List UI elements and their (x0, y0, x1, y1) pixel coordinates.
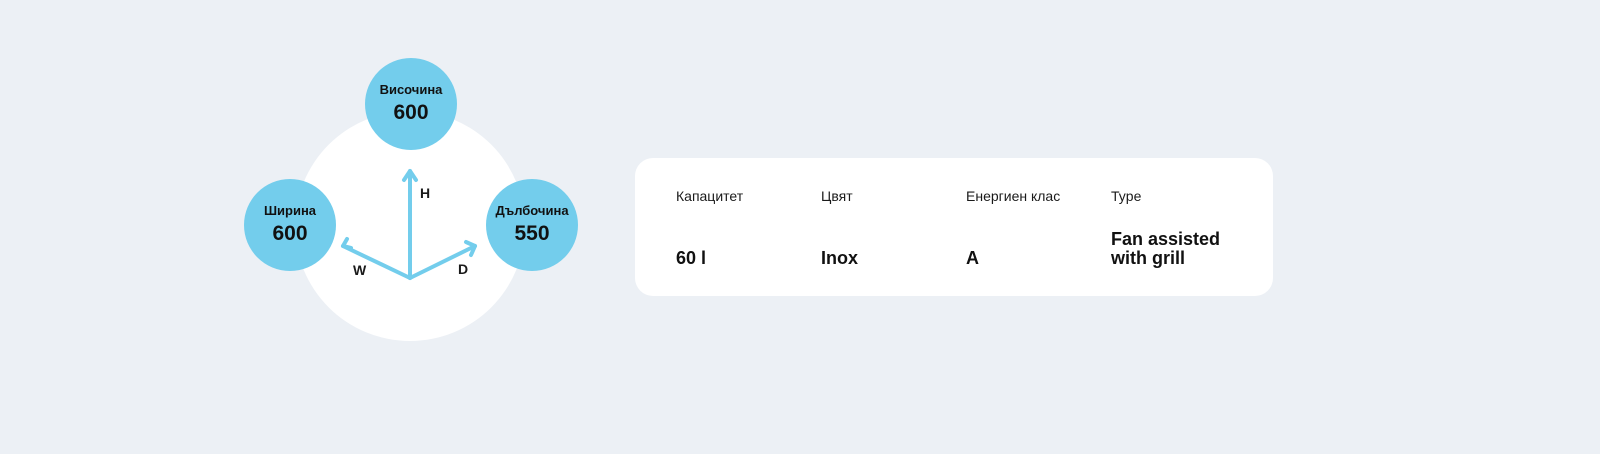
spec-type-value: Fan assisted with grill (1111, 229, 1221, 268)
spec-capacity: Капацитет 60 l (676, 158, 816, 296)
spec-energy-class: Енергиен клас A (966, 158, 1106, 296)
spec-capacity-label: Капацитет (676, 188, 744, 204)
height-axis-label: H (420, 185, 431, 201)
depth-axis-label: D (458, 261, 469, 277)
spec-type: Type Fan assisted with grill (1111, 158, 1251, 296)
depth-label: Дълбочина (495, 203, 569, 218)
spec-energy-class-label: Енергиен клас (966, 188, 1061, 204)
width-label: Ширина (263, 203, 317, 218)
height-bubble: Височина 600 (365, 58, 457, 150)
width-axis-label: W (353, 262, 367, 278)
spec-color-value: Inox (821, 248, 859, 268)
height-label: Височина (379, 82, 443, 97)
spec-color: Цвят Inox (821, 158, 961, 296)
spec-color-label: Цвят (821, 188, 853, 204)
width-bubble: Ширина 600 (244, 179, 336, 271)
spec-type-label: Type (1111, 188, 1142, 204)
dimensions-diagram: H W D Височина 600 Ширина 600 Дълбочина … (240, 56, 580, 346)
width-arrowhead (341, 237, 353, 250)
depth-bubble: Дълбочина 550 (486, 179, 578, 271)
spec-capacity-value: 60 l (676, 248, 707, 268)
spec-energy-class-value: A (966, 248, 979, 268)
depth-value: 550 (514, 222, 550, 245)
height-value: 600 (393, 101, 429, 124)
width-value: 600 (272, 222, 308, 245)
specs-card: Капацитет 60 l Цвят Inox Енергиен клас A… (635, 158, 1273, 296)
